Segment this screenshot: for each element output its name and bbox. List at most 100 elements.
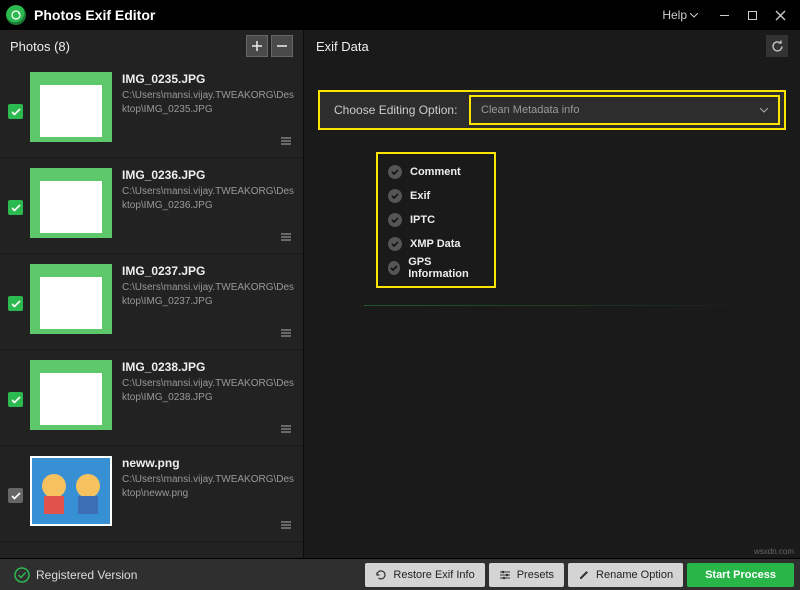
- watermark: wsxdn.com: [754, 547, 794, 556]
- presets-label: Presets: [517, 569, 554, 581]
- thumbnail: [30, 456, 112, 526]
- photos-count-label: Photos (8): [10, 39, 243, 54]
- add-photo-button[interactable]: [246, 35, 268, 57]
- menu-icon: [279, 136, 293, 146]
- file-name: IMG_0238.JPG: [122, 360, 295, 374]
- registered-version-label: Registered Version: [36, 568, 137, 582]
- check-circle-icon: [388, 213, 402, 227]
- file-meta: IMG_0236.JPG C:\Users\mansi.vijay.TWEAKOR…: [122, 168, 295, 247]
- minus-icon: [276, 40, 288, 52]
- restore-exif-button[interactable]: Restore Exif Info: [365, 563, 484, 587]
- plus-icon: [251, 40, 263, 52]
- maximize-button[interactable]: [738, 1, 766, 29]
- check-circle-icon: [388, 165, 402, 179]
- editing-option-label: Choose Editing Option:: [334, 103, 469, 117]
- file-meta: IMG_0238.JPG C:\Users\mansi.vijay.TWEAKOR…: [122, 360, 295, 439]
- list-item[interactable]: IMG_0238.JPG C:\Users\mansi.vijay.TWEAKOR…: [0, 350, 303, 446]
- app-title: Photos Exif Editor: [34, 7, 662, 23]
- help-menu[interactable]: Help: [662, 8, 698, 22]
- metadata-check-label: XMP Data: [410, 238, 461, 250]
- rename-option-label: Rename Option: [596, 569, 673, 581]
- exif-panel: Exif Data Choose Editing Option: Clean M…: [304, 30, 800, 558]
- metadata-check-row[interactable]: IPTC: [388, 208, 484, 232]
- thumbnail: [30, 168, 112, 238]
- menu-icon: [279, 424, 293, 434]
- divider: [364, 305, 764, 306]
- item-checkbox[interactable]: [8, 200, 24, 215]
- file-path: C:\Users\mansi.vijay.TWEAKORG\Desktop\IM…: [122, 377, 295, 404]
- editing-option-dropdown[interactable]: Clean Metadata info: [469, 95, 780, 125]
- file-path: C:\Users\mansi.vijay.TWEAKORG\Desktop\IM…: [122, 185, 295, 212]
- metadata-check-label: IPTC: [410, 214, 435, 226]
- metadata-check-row[interactable]: Exif: [388, 184, 484, 208]
- file-path: C:\Users\mansi.vijay.TWEAKORG\Desktop\IM…: [122, 281, 295, 308]
- file-name: neww.png: [122, 456, 295, 470]
- item-checkbox[interactable]: [8, 392, 24, 407]
- thumbnail: [30, 264, 112, 334]
- exif-panel-header: Exif Data: [304, 30, 800, 62]
- list-item[interactable]: IMG_0235.JPG C:\Users\mansi.vijay.TWEAKOR…: [0, 62, 303, 158]
- editing-option-row: Choose Editing Option: Clean Metadata in…: [318, 90, 786, 130]
- item-menu-button[interactable]: [279, 133, 293, 151]
- pencil-icon: [578, 569, 590, 581]
- rename-option-button[interactable]: Rename Option: [568, 563, 683, 587]
- start-process-label: Start Process: [705, 569, 776, 581]
- minimize-button[interactable]: [710, 1, 738, 29]
- menu-icon: [279, 232, 293, 242]
- file-meta: IMG_0235.JPG C:\Users\mansi.vijay.TWEAKOR…: [122, 72, 295, 151]
- presets-button[interactable]: Presets: [489, 563, 564, 587]
- item-menu-button[interactable]: [279, 325, 293, 343]
- metadata-check-label: Comment: [410, 166, 461, 178]
- restore-icon: [375, 569, 387, 581]
- file-name: IMG_0235.JPG: [122, 72, 295, 86]
- file-name: IMG_0237.JPG: [122, 264, 295, 278]
- list-item[interactable]: IMG_0236.JPG C:\Users\mansi.vijay.TWEAKOR…: [0, 158, 303, 254]
- file-path: C:\Users\mansi.vijay.TWEAKORG\Desktop\IM…: [122, 89, 295, 116]
- refresh-button[interactable]: [766, 35, 788, 57]
- check-circle-icon: [388, 237, 402, 251]
- menu-icon: [279, 520, 293, 530]
- chevron-down-icon: [760, 104, 768, 116]
- menu-icon: [279, 328, 293, 338]
- file-meta: neww.png C:\Users\mansi.vijay.TWEAKORG\De…: [122, 456, 295, 535]
- app-logo-icon: [6, 5, 26, 25]
- sliders-icon: [499, 569, 511, 581]
- list-item[interactable]: neww.png C:\Users\mansi.vijay.TWEAKORG\De…: [0, 446, 303, 542]
- item-menu-button[interactable]: [279, 517, 293, 535]
- metadata-check-label: GPS Information: [408, 256, 484, 280]
- remove-photo-button[interactable]: [271, 35, 293, 57]
- start-process-button[interactable]: Start Process: [687, 563, 794, 587]
- item-menu-button[interactable]: [279, 421, 293, 439]
- photos-list[interactable]: IMG_0235.JPG C:\Users\mansi.vijay.TWEAKOR…: [0, 62, 303, 558]
- thumbnail: [30, 72, 112, 142]
- photos-panel: Photos (8) IMG_0235.JPG C:\Users\mansi.vi…: [0, 30, 304, 558]
- file-path: C:\Users\mansi.vijay.TWEAKORG\Desktop\ne…: [122, 473, 295, 500]
- file-name: IMG_0236.JPG: [122, 168, 295, 182]
- close-button[interactable]: [766, 1, 794, 29]
- chevron-down-icon: [690, 13, 698, 18]
- photos-panel-header: Photos (8): [0, 30, 303, 62]
- metadata-check-row[interactable]: GPS Information: [388, 256, 484, 280]
- check-circle-icon: [388, 189, 402, 203]
- exif-header-label: Exif Data: [316, 39, 766, 54]
- help-label: Help: [662, 8, 687, 22]
- title-bar: Photos Exif Editor Help: [0, 0, 800, 30]
- item-checkbox[interactable]: [8, 104, 24, 119]
- metadata-checklist: Comment Exif IPTC XMP Data GPS Information: [376, 152, 496, 288]
- metadata-check-label: Exif: [410, 190, 430, 202]
- check-circle-icon: [14, 567, 30, 583]
- file-meta: IMG_0237.JPG C:\Users\mansi.vijay.TWEAKOR…: [122, 264, 295, 343]
- registered-version-badge: Registered Version: [4, 559, 147, 590]
- metadata-check-row[interactable]: Comment: [388, 160, 484, 184]
- metadata-check-row[interactable]: XMP Data: [388, 232, 484, 256]
- restore-exif-label: Restore Exif Info: [393, 569, 474, 581]
- item-checkbox[interactable]: [8, 488, 24, 503]
- thumbnail: [30, 360, 112, 430]
- footer-bar: Registered Version Restore Exif Info Pre…: [0, 558, 800, 590]
- check-circle-icon: [388, 261, 400, 275]
- item-checkbox[interactable]: [8, 296, 24, 311]
- editing-option-value: Clean Metadata info: [481, 104, 579, 116]
- item-menu-button[interactable]: [279, 229, 293, 247]
- refresh-icon: [771, 40, 784, 53]
- list-item[interactable]: IMG_0237.JPG C:\Users\mansi.vijay.TWEAKOR…: [0, 254, 303, 350]
